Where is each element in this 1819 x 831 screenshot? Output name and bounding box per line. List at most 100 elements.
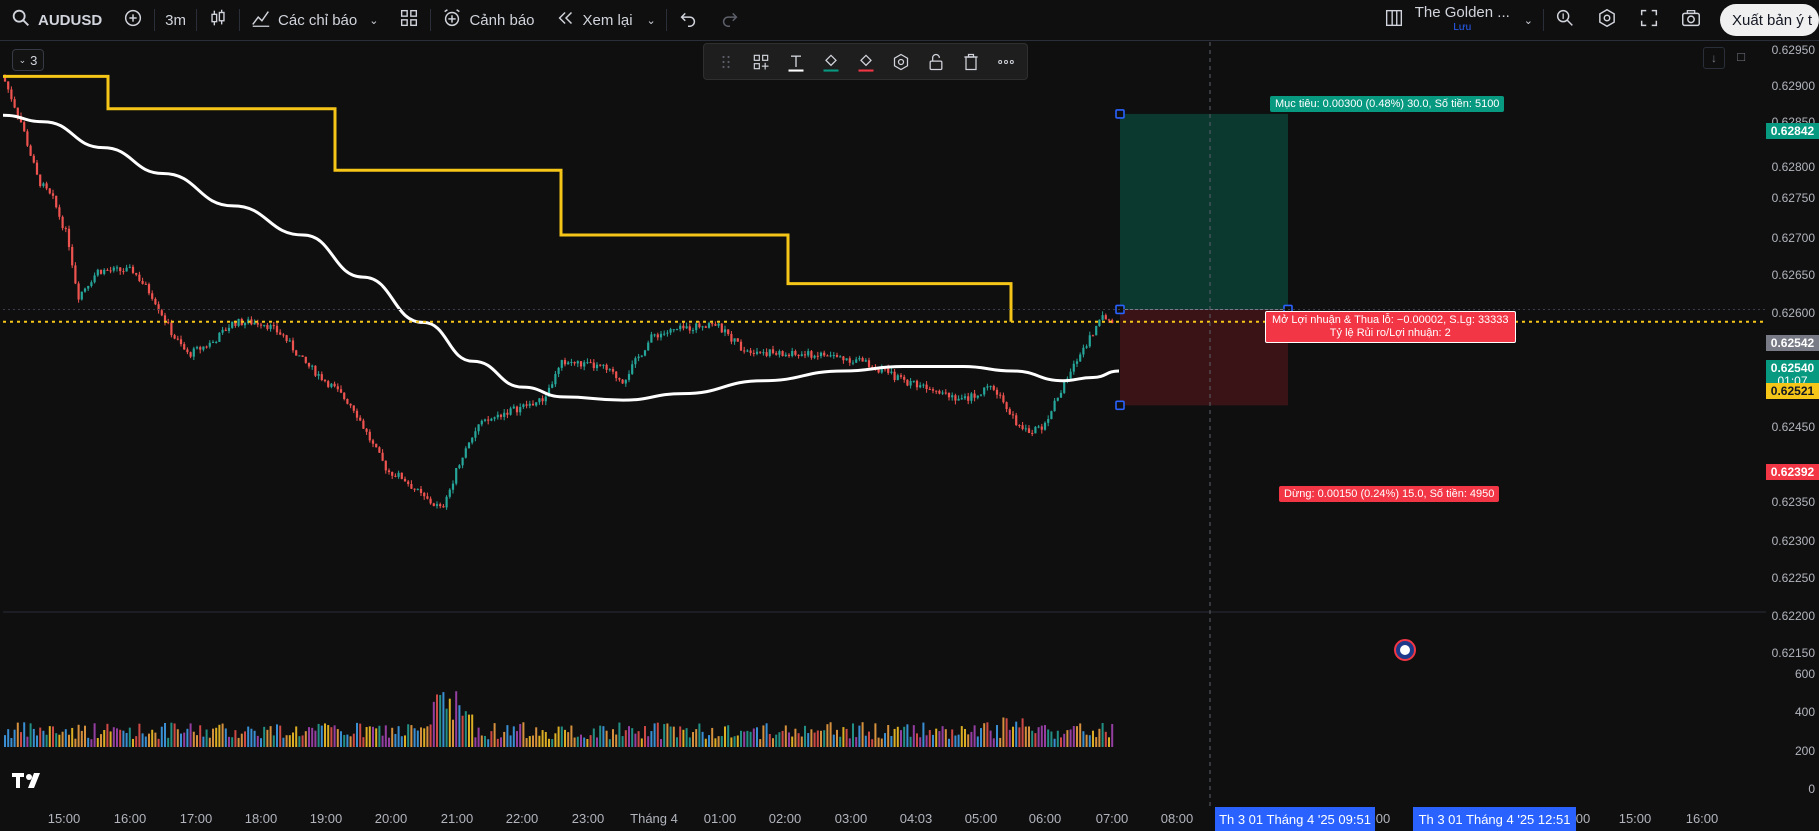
candle-body	[1079, 354, 1082, 362]
volume-bar	[266, 729, 269, 747]
volume-bar	[52, 726, 54, 747]
time-label: 23:00	[571, 811, 605, 826]
search-icon	[10, 7, 32, 33]
volume-bar	[941, 726, 944, 747]
layout-manager-button[interactable]: The Golden ... Lưu ⌄	[1373, 0, 1543, 40]
price-scale[interactable]: 0.62950 0.62900 0.62850 0.62800 0.62750 …	[1766, 42, 1819, 807]
volume-bar	[490, 731, 493, 747]
volume-bar	[970, 731, 973, 747]
candle-body	[784, 354, 787, 357]
maximize-icon: □	[1737, 49, 1745, 64]
candle-body	[55, 195, 58, 208]
alert-button[interactable]: Cảnh báo	[431, 0, 544, 40]
candle-body	[925, 384, 928, 390]
volume-bar	[820, 730, 822, 747]
chevron-down-icon[interactable]: ⌄	[1524, 14, 1533, 27]
pl-label[interactable]: Mở Lợi nhuận & Thua lỗ: −0.00002, S.Lg: …	[1265, 311, 1516, 343]
volume-bar	[666, 723, 669, 747]
volume-bar	[10, 738, 13, 747]
drag-handle[interactable]	[712, 48, 740, 76]
candle-body	[832, 355, 835, 357]
candle-body	[375, 443, 378, 448]
gear-icon	[893, 53, 908, 70]
interval-button[interactable]: 3m	[155, 0, 196, 40]
volume-bar	[468, 714, 470, 747]
volume-bar	[378, 725, 381, 747]
candles-icon	[207, 7, 229, 33]
candle-body	[87, 285, 90, 289]
volume-bar	[631, 728, 634, 747]
economic-event-marker[interactable]	[1394, 639, 1416, 661]
volume-bar	[749, 731, 752, 747]
symbol-search[interactable]: AUDUSD	[0, 0, 112, 40]
volume-bar	[228, 736, 230, 747]
more-button[interactable]	[992, 48, 1020, 76]
chevron-down-icon[interactable]: ⌄	[647, 14, 656, 27]
replay-button[interactable]: Xem lại ⌄	[545, 0, 666, 40]
maximize-pane-button[interactable]: □	[1731, 47, 1751, 67]
drawing-settings-button[interactable]	[887, 48, 915, 76]
gear-icon	[1596, 7, 1618, 33]
candle-body	[608, 369, 611, 371]
volume-label: 600	[1794, 667, 1815, 681]
candle-body	[48, 188, 51, 194]
target-label[interactable]: Mục tiêu: 0.00300 (0.48%) 30.0, Số tiền:…	[1270, 96, 1505, 112]
candle-body	[474, 431, 477, 438]
stop-label[interactable]: Dừng: 0.00150 (0.24%) 15.0, Số tiền: 495…	[1279, 486, 1500, 502]
candle-body	[999, 394, 1002, 396]
fullscreen-button[interactable]	[1628, 0, 1670, 40]
chart-type-button[interactable]	[197, 0, 239, 40]
candle-body	[896, 375, 899, 380]
time-label: 16:00	[1685, 811, 1719, 826]
volume-bar	[301, 735, 304, 747]
redo-button[interactable]	[709, 0, 751, 40]
delete-button[interactable]	[957, 48, 985, 76]
candle-body	[371, 440, 375, 444]
chevron-down-icon[interactable]: ⌄	[369, 14, 378, 27]
settings-button[interactable]	[1586, 0, 1628, 40]
candle-body	[51, 193, 55, 196]
candle-body	[407, 481, 410, 484]
volume-bar	[1037, 727, 1040, 747]
fill-color-up-button[interactable]	[817, 48, 845, 76]
volume-bar	[832, 734, 835, 747]
chart-canvas[interactable]	[3, 42, 1766, 807]
time-axis[interactable]: 15:00 16:00 17:00 18:00 19:00 20:00 21:0…	[0, 807, 1766, 831]
undo-button[interactable]	[667, 0, 709, 40]
fill-color-down-button[interactable]	[852, 48, 880, 76]
candle-body	[765, 352, 768, 356]
quick-search-button[interactable]	[1544, 0, 1586, 40]
candle-body	[224, 329, 227, 331]
template-button[interactable]	[747, 48, 775, 76]
pl-line-1: Mở Lợi nhuận & Thua lỗ: −0.00002, S.Lg: …	[1272, 314, 1509, 326]
volume-bar	[407, 724, 410, 747]
candle-body	[119, 267, 122, 272]
snapshot-button[interactable]	[1670, 0, 1712, 40]
volume-bar	[765, 723, 768, 747]
candle-body	[195, 347, 199, 349]
candle-body	[384, 460, 387, 471]
candle-body	[144, 283, 147, 285]
compare-symbol-button[interactable]	[112, 0, 154, 40]
candle-body	[973, 393, 976, 398]
volume-bar	[932, 734, 934, 747]
candle-body	[359, 417, 362, 421]
tradingview-logo[interactable]	[12, 770, 46, 796]
volume-bar	[618, 722, 621, 747]
volume-bar	[423, 728, 426, 747]
chart-pane[interactable]	[3, 42, 1766, 807]
symbol-name: AUDUSD	[38, 11, 103, 29]
candle-body	[106, 269, 109, 271]
publish-idea-button[interactable]: Xuất bản ý t	[1720, 4, 1819, 36]
legend-toggle-button[interactable]: ⌄ 3	[12, 49, 44, 71]
candle-body	[919, 385, 922, 388]
volume-bar	[624, 730, 627, 747]
templates-button[interactable]	[388, 0, 430, 40]
candle-body	[368, 431, 371, 441]
text-color-button[interactable]	[782, 48, 810, 76]
volume-bar	[436, 694, 438, 747]
lock-button[interactable]	[922, 48, 950, 76]
scroll-down-button[interactable]: ↓	[1703, 47, 1725, 69]
candle-body	[499, 414, 503, 417]
indicators-button[interactable]: Các chỉ báo ⌄	[240, 0, 388, 40]
